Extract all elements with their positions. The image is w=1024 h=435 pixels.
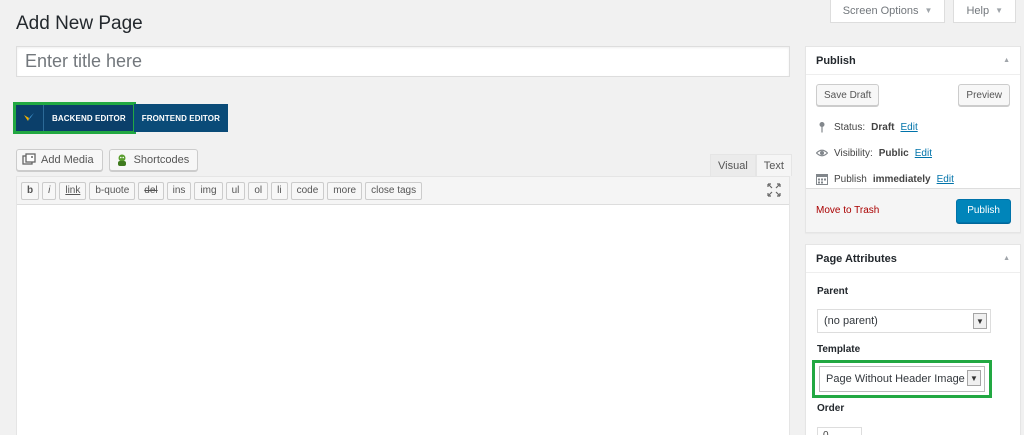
backend-editor-button[interactable]: BACKEND EDITOR [13,102,136,134]
fullscreen-icon[interactable] [767,183,781,197]
backend-editor-label: BACKEND EDITOR [52,113,126,123]
page-title: Add New Page [16,13,143,34]
parent-select[interactable]: (no parent) ▼ [817,309,991,333]
publish-date-value: immediately [872,173,931,185]
screen-options-label: Screen Options [842,5,919,17]
status-label: Status: [834,121,866,133]
frontend-editor-label: FRONTEND EDITOR [141,113,220,123]
status-value: Draft [871,121,895,133]
edit-status-link[interactable]: Edit [900,122,917,133]
qt-more-button[interactable]: more [327,181,363,200]
qt-close-tags-button[interactable]: close tags [365,181,423,200]
add-media-button[interactable]: Add Media [16,149,103,171]
eye-icon [816,149,828,157]
order-label: Order [817,403,845,414]
shortcodes-label: Shortcodes [133,154,190,166]
visibility-row: Visibility: Public Edit [816,140,1010,166]
parent-select-value: (no parent) [824,315,878,327]
template-select[interactable]: Page Without Header Image ▼ [819,366,985,392]
page-builder-switch: BACKEND EDITOR FRONTEND EDITOR [13,102,228,134]
qt-blockquote-button[interactable]: b-quote [89,181,136,200]
status-row: Status: Draft Edit [816,114,1010,140]
frontend-editor-button[interactable]: FRONTEND EDITOR [133,104,228,132]
edit-visibility-link[interactable]: Edit [915,148,932,159]
shortcodes-button[interactable]: Shortcodes [108,149,199,171]
qt-code-button[interactable]: code [290,181,325,200]
qt-img-button[interactable]: img [194,181,223,200]
template-highlight: Page Without Header Image ▼ [812,360,992,398]
publish-box: Publish ▲ Save Draft Preview Status: Dra… [805,46,1021,233]
chevron-down-icon: ▼ [973,313,987,329]
order-input[interactable]: 0 [817,427,862,435]
save-draft-button[interactable]: Save Draft [816,84,880,106]
quicktags-toolbar: b i link b-quote del ins img ul ol li co… [17,177,789,205]
publish-button[interactable]: Publish [956,198,1011,223]
title-field-wrap [16,46,790,77]
add-media-label: Add Media [41,154,94,166]
major-publishing-actions: Move to Trash Publish [806,188,1020,232]
qt-li-button[interactable]: li [271,181,288,200]
collapse-arrow-icon[interactable]: ▲ [1003,255,1010,262]
screen-meta-links: Screen Options ▼ Help ▼ [829,0,1024,23]
pin-icon [819,122,825,133]
calendar-icon [816,174,828,185]
help-label: Help [966,5,990,17]
visibility-label: Visibility: [834,147,873,159]
qt-ol-button[interactable]: ol [248,181,269,200]
content-editor: b i link b-quote del ins img ul ol li co… [16,176,790,435]
chevron-down-icon: ▼ [924,6,933,15]
media-buttons: Add Media Shortcodes [16,149,199,171]
publish-box-title: Publish [816,54,856,67]
visibility-value: Public [878,147,909,159]
title-input[interactable] [17,47,789,76]
page-attributes-box: Page Attributes ▲ Parent (no parent) ▼ T… [805,244,1021,435]
minor-publishing-actions: Save Draft Preview [806,75,1020,106]
qt-ul-button[interactable]: ul [225,181,246,200]
qt-link-button[interactable]: link [59,181,87,200]
template-select-value: Page Without Header Image [826,373,965,385]
parent-label: Parent [817,286,849,297]
media-icon [22,153,36,165]
collapse-arrow-icon[interactable]: ▲ [1003,57,1010,64]
misc-publishing-actions: Status: Draft Edit Visibility: Public Ed… [806,106,1020,192]
qt-ins-button[interactable]: ins [166,181,192,200]
publish-date-label: Publish [834,173,867,185]
builder-logo-icon [24,113,34,121]
chevron-down-icon: ▼ [967,370,981,386]
preview-button[interactable]: Preview [958,84,1010,106]
screen-options-button[interactable]: Screen Options ▼ [829,0,946,23]
tab-visual[interactable]: Visual [710,154,756,176]
edit-date-link[interactable]: Edit [937,174,954,185]
help-button[interactable]: Help ▼ [953,0,1016,23]
divider [43,104,44,132]
editor-mode-tabs: Visual Text [710,154,792,176]
qt-del-button[interactable]: del [138,181,164,200]
template-label: Template [817,344,861,355]
qt-italic-button[interactable]: i [42,181,57,200]
page-attributes-title: Page Attributes [816,252,897,265]
chevron-down-icon: ▼ [995,6,1003,15]
move-to-trash-link[interactable]: Move to Trash [816,205,879,216]
page-attributes-header[interactable]: Page Attributes ▲ [806,245,1020,273]
qt-bold-button[interactable]: b [21,181,40,200]
publish-box-header[interactable]: Publish ▲ [806,47,1020,75]
shortcodes-icon [117,154,126,166]
content-textarea[interactable] [17,205,789,435]
tab-text[interactable]: Text [755,154,792,176]
